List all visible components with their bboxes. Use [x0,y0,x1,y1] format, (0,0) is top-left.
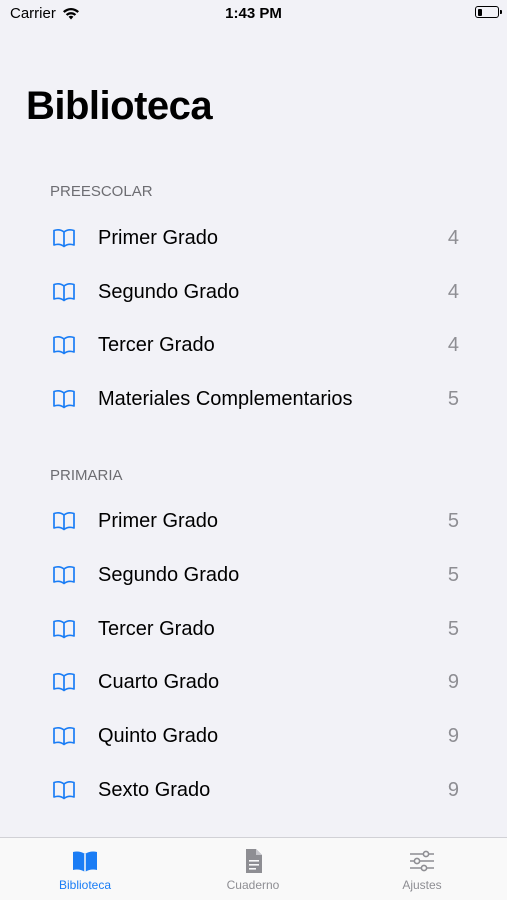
list-item-label: Segundo Grado [98,280,240,303]
status-time: 1:43 PM [225,5,282,22]
list-item-label: Primer Grado [98,509,219,532]
tab-ajustes[interactable]: Ajustes [362,846,482,892]
list-item-label: Primer Grado [98,226,219,249]
list-item-count: 9 [447,670,459,693]
page-title: Biblioteca [26,84,213,128]
list-item-label: Quinto Grado [98,724,219,747]
book-icon [53,781,75,800]
list-item-label: Segundo Grado [98,563,240,586]
sliders-icon [410,850,434,872]
list-item-count: 4 [447,280,459,303]
battery-icon [475,6,502,18]
book-icon [53,512,75,531]
list-item[interactable]: Segundo Grado 4 [0,265,507,319]
list-item[interactable]: Tercer Grado 5 [0,602,507,656]
list-item-count: 5 [447,387,459,410]
list-item[interactable]: Segundo Grado 5 [0,548,507,602]
list-item[interactable]: Materiales Complementarios 5 [0,372,507,426]
book-icon [53,283,75,302]
list-item-count: 4 [447,226,459,249]
tab-cuaderno[interactable]: Cuaderno [193,846,313,892]
book-icon [53,229,75,248]
document-icon [246,849,262,873]
book-icon [53,390,75,409]
tab-label: Biblioteca [58,878,112,892]
list-item[interactable]: Cuarto Grado 9 [0,655,507,709]
tab-bar: Biblioteca Cuaderno Ajustes [0,837,507,900]
list-item-label: Sexto Grado [98,778,211,801]
tab-label: Ajustes [402,878,442,892]
list-item-count: 5 [447,617,459,640]
book-icon [53,727,75,746]
book-icon [53,566,75,585]
list-item[interactable]: Tercer Grado 4 [0,318,507,372]
book-icon [53,336,75,355]
book-icon [53,673,75,692]
list-item-label: Materiales Complementarios [98,387,353,410]
list-item-count: 5 [447,563,459,586]
book-icon [73,851,97,872]
list-item-count: 9 [447,778,459,801]
list-item[interactable]: Quinto Grado 9 [0,709,507,763]
list-item[interactable]: Primer Grado 4 [0,211,507,265]
list-item-count: 9 [447,724,459,747]
list-item[interactable]: Primer Grado 5 [0,494,507,548]
list-item[interactable]: Sexto Grado 9 [0,763,507,817]
list-item-label: Tercer Grado [98,333,215,356]
tab-biblioteca[interactable]: Biblioteca [25,846,145,892]
list-item-count: 4 [447,333,459,356]
status-bar: Carrier 1:43 PM [0,0,507,30]
section-header-preescolar: PREESCOLAR [50,183,153,200]
tab-label: Cuaderno [226,878,280,892]
list-item-label: Cuarto Grado [98,670,220,693]
list-item-count: 5 [447,509,459,532]
section-header-primaria: PRIMARIA [50,467,123,484]
list-item-label: Tercer Grado [98,617,215,640]
book-icon [53,620,75,639]
